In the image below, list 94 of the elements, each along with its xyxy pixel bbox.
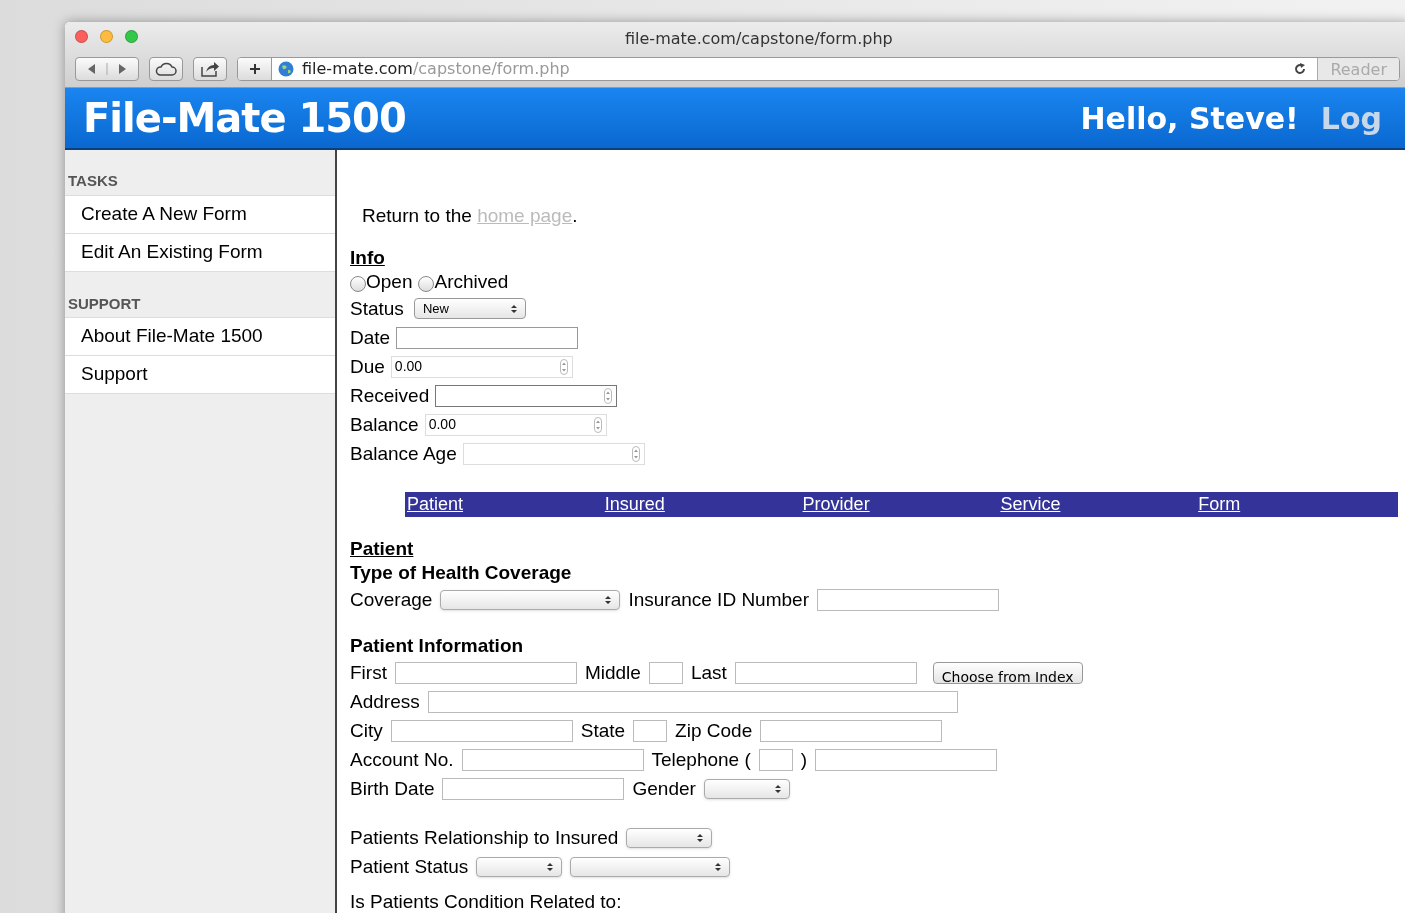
field-label: Address (350, 690, 420, 714)
field-label: Insurance ID Number (628, 588, 809, 612)
input-field[interactable] (396, 326, 579, 349)
field-label: Telephone ( (651, 748, 751, 772)
cloud-icon (155, 62, 177, 77)
dropdown-arrows-icon (697, 832, 704, 843)
section-tab[interactable]: Provider (802, 492, 870, 517)
radio-label: Archived (434, 270, 509, 294)
share-button[interactable] (193, 57, 227, 82)
reload-icon[interactable] (1293, 62, 1308, 77)
radio-button[interactable] (350, 276, 366, 292)
input-field[interactable] (633, 719, 668, 742)
section-tab[interactable]: Form (1198, 492, 1241, 517)
field-label: Account No. (350, 748, 454, 772)
field-label: Status (350, 297, 404, 321)
sidebar-item[interactable]: Edit An Existing Form (65, 232, 335, 272)
dropdown[interactable] (476, 856, 563, 877)
field-label: Balance (350, 413, 419, 437)
return-text: Return to the home page. (361, 204, 579, 228)
dropdown-arrows-icon (510, 303, 517, 314)
section-tab[interactable]: Insured (604, 492, 665, 517)
input-field[interactable] (442, 777, 625, 800)
group-title: Patient Information (350, 634, 525, 658)
spinner-icon[interactable] (604, 387, 613, 404)
sidebar-item[interactable]: Create A New Form (65, 194, 335, 234)
field-label: Gender (632, 777, 696, 801)
field-label: Date (350, 326, 391, 350)
field-label: Patients Relationship to Insured (350, 826, 619, 850)
status-dropdown[interactable]: New (413, 298, 526, 319)
field-label: Birth Date (350, 777, 435, 801)
field-label: Received (350, 384, 430, 408)
field-label: Coverage (350, 588, 433, 612)
close-button[interactable] (75, 30, 88, 44)
input-field[interactable] (760, 719, 943, 742)
sidebar-item[interactable]: Support (65, 355, 335, 394)
radio-label: Open (366, 270, 413, 294)
plus-icon (248, 63, 261, 76)
app-title: File-Mate 1500 (83, 94, 406, 143)
input-field[interactable] (734, 661, 917, 684)
field-label: Is Patients Condition Related to: (350, 890, 622, 913)
field-label: City (350, 719, 383, 743)
spinner-icon[interactable] (559, 358, 568, 375)
input-field[interactable] (758, 748, 793, 771)
dropdown[interactable] (570, 856, 731, 877)
section-heading: Info (350, 246, 385, 270)
dropdown-arrows-icon (605, 594, 612, 605)
window-title: file-mate.com/capstone/form.php (625, 28, 893, 50)
dropdown[interactable] (440, 589, 621, 610)
sidebar-heading: TASKS (67, 171, 119, 191)
address-bar[interactable]: file-mate.com/capstone/form.php Reader (237, 57, 1400, 82)
dropdown-arrows-icon (715, 861, 722, 872)
input-field[interactable] (816, 588, 999, 611)
input-field[interactable] (815, 748, 998, 771)
number-field[interactable]: 0.00 (390, 355, 573, 378)
field-label: Zip Code (675, 719, 753, 743)
choose-button[interactable]: Choose from Index (932, 661, 1083, 684)
url-host: file-mate.com (302, 59, 413, 79)
back-forward-button[interactable] (75, 57, 139, 82)
input-field[interactable] (427, 690, 958, 713)
globe-icon (278, 61, 294, 78)
input-field[interactable] (648, 661, 683, 684)
number-field[interactable] (435, 384, 618, 407)
group-title: Type of Health Coverage (350, 561, 573, 585)
input-field[interactable] (390, 719, 573, 742)
dropdown[interactable] (626, 827, 713, 848)
dropdown-arrows-icon (774, 783, 781, 794)
dropdown[interactable] (703, 778, 790, 799)
section-heading: Patient (350, 537, 414, 561)
input-field[interactable] (394, 661, 577, 684)
field-label: Balance Age (350, 442, 457, 466)
field-label: Last (690, 661, 727, 685)
section-tab[interactable]: Patient (407, 492, 464, 517)
minimize-button[interactable] (100, 30, 113, 44)
radio-button[interactable] (418, 276, 435, 292)
sidebar-item[interactable]: About File-Mate 1500 (65, 317, 335, 356)
add-tab-button[interactable] (238, 58, 272, 81)
url-path: /capstone/form.php (412, 59, 570, 79)
field-label: First (350, 661, 387, 685)
zoom-button[interactable] (125, 30, 138, 44)
greeting: Hello, Steve! (1080, 99, 1299, 138)
share-icon (200, 61, 220, 78)
field-label: Due (350, 355, 385, 379)
field-label: Middle (584, 661, 641, 685)
input-field[interactable] (461, 748, 644, 771)
sidebar-heading: SUPPORT (67, 293, 142, 314)
cloud-button[interactable] (149, 57, 183, 82)
spinner-icon[interactable] (631, 445, 640, 462)
field-label: Patient Status (350, 855, 469, 879)
field-label: State (580, 719, 626, 743)
number-field[interactable]: 0.00 (424, 413, 607, 436)
spinner-icon[interactable] (593, 416, 602, 433)
field-label: ) (800, 748, 808, 772)
dropdown-arrows-icon (547, 861, 554, 872)
section-tab[interactable]: Service (1000, 492, 1061, 517)
